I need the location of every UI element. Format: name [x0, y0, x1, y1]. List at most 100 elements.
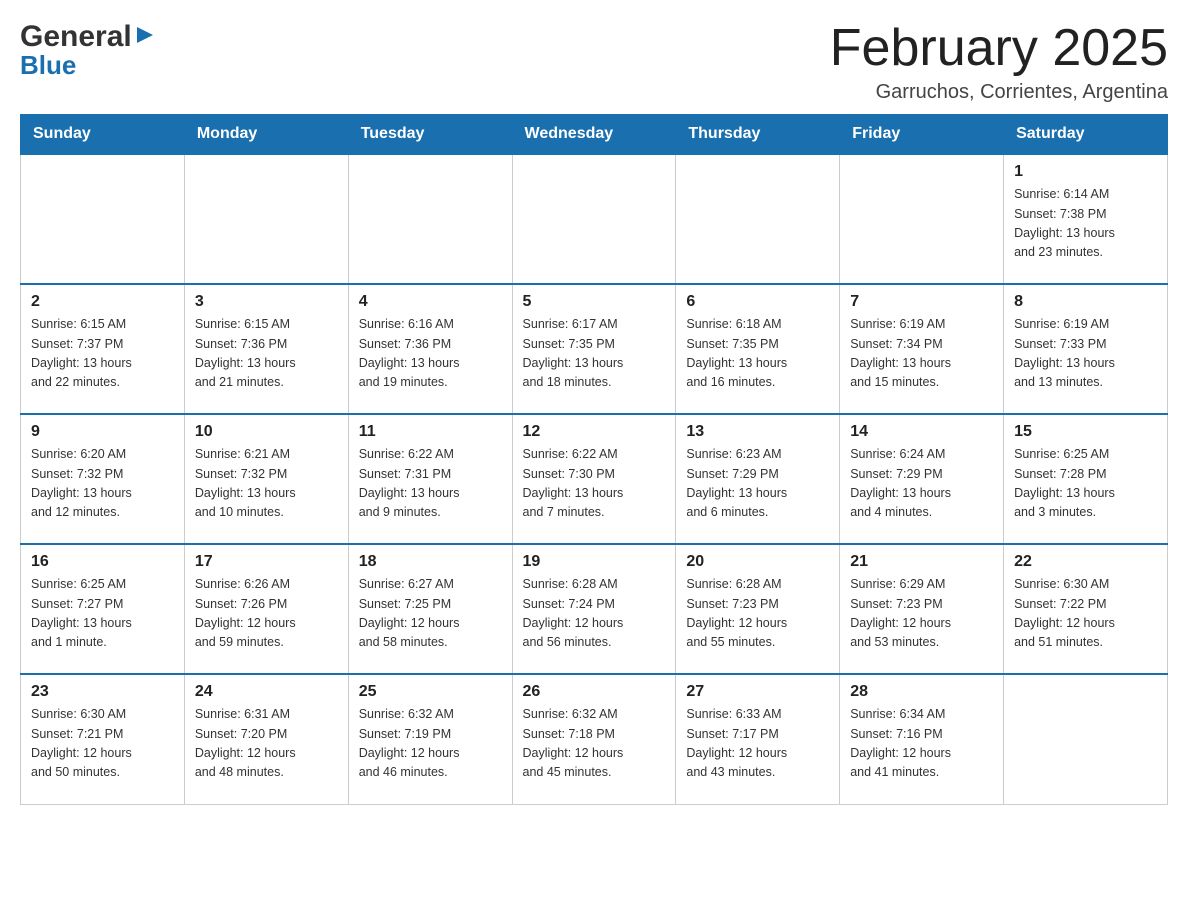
- weekday-header-row: Sunday Monday Tuesday Wednesday Thursday…: [21, 115, 1168, 155]
- day-number: 8: [1014, 293, 1157, 311]
- table-row: [184, 154, 348, 284]
- day-info: Sunrise: 6:29 AMSunset: 7:23 PMDaylight:…: [850, 575, 993, 653]
- day-number: 26: [523, 683, 666, 701]
- day-number: 14: [850, 423, 993, 441]
- table-row: 17 Sunrise: 6:26 AMSunset: 7:26 PMDayligh…: [184, 544, 348, 674]
- day-number: 15: [1014, 423, 1157, 441]
- day-info: Sunrise: 6:33 AMSunset: 7:17 PMDaylight:…: [686, 705, 829, 783]
- day-number: 9: [31, 423, 174, 441]
- calendar-table: Sunday Monday Tuesday Wednesday Thursday…: [20, 114, 1168, 805]
- day-number: 13: [686, 423, 829, 441]
- header-wednesday: Wednesday: [512, 115, 676, 155]
- calendar-week-row: 1Sunrise: 6:14 AMSunset: 7:38 PMDaylight…: [21, 154, 1168, 284]
- table-row: [348, 154, 512, 284]
- logo-chevron-icon: [135, 25, 155, 50]
- day-number: 1: [1014, 163, 1157, 181]
- day-info: Sunrise: 6:34 AMSunset: 7:16 PMDaylight:…: [850, 705, 993, 783]
- day-number: 16: [31, 553, 174, 571]
- day-info: Sunrise: 6:32 AMSunset: 7:19 PMDaylight:…: [359, 705, 502, 783]
- table-row: 23 Sunrise: 6:30 AMSunset: 7:21 PMDayligh…: [21, 674, 185, 804]
- table-row: 6 Sunrise: 6:18 AMSunset: 7:35 PMDaylight…: [676, 284, 840, 414]
- day-info: Sunrise: 6:18 AMSunset: 7:35 PMDaylight:…: [686, 315, 829, 393]
- day-info: Sunrise: 6:26 AMSunset: 7:26 PMDaylight:…: [195, 575, 338, 653]
- logo-general-text: General: [20, 20, 132, 54]
- day-number: 19: [523, 553, 666, 571]
- day-info: Sunrise: 6:22 AMSunset: 7:31 PMDaylight:…: [359, 445, 502, 523]
- day-number: 28: [850, 683, 993, 701]
- table-row: [21, 154, 185, 284]
- day-info: Sunrise: 6:15 AMSunset: 7:37 PMDaylight:…: [31, 315, 174, 393]
- day-info: Sunrise: 6:28 AMSunset: 7:23 PMDaylight:…: [686, 575, 829, 653]
- table-row: 27 Sunrise: 6:33 AMSunset: 7:17 PMDayligh…: [676, 674, 840, 804]
- day-number: 25: [359, 683, 502, 701]
- calendar-week-row: 16Sunrise: 6:25 AMSunset: 7:27 PMDayligh…: [21, 544, 1168, 674]
- logo: General Blue: [20, 20, 155, 81]
- table-row: 7Sunrise: 6:19 AMSunset: 7:34 PMDaylight…: [840, 284, 1004, 414]
- day-info: Sunrise: 6:31 AMSunset: 7:20 PMDaylight:…: [195, 705, 338, 783]
- table-row: 8 Sunrise: 6:19 AMSunset: 7:33 PMDaylight…: [1004, 284, 1168, 414]
- day-info: Sunrise: 6:21 AMSunset: 7:32 PMDaylight:…: [195, 445, 338, 523]
- table-row: 21 Sunrise: 6:29 AMSunset: 7:23 PMDayligh…: [840, 544, 1004, 674]
- title-section: February 2025 Garruchos, Corrientes, Arg…: [830, 20, 1168, 104]
- table-row: 22 Sunrise: 6:30 AMSunset: 7:22 PMDayligh…: [1004, 544, 1168, 674]
- day-info: Sunrise: 6:24 AMSunset: 7:29 PMDaylight:…: [850, 445, 993, 523]
- calendar-week-row: 23 Sunrise: 6:30 AMSunset: 7:21 PMDayligh…: [21, 674, 1168, 804]
- day-number: 20: [686, 553, 829, 571]
- day-number: 23: [31, 683, 174, 701]
- table-row: 3 Sunrise: 6:15 AMSunset: 7:36 PMDaylight…: [184, 284, 348, 414]
- table-row: 11 Sunrise: 6:22 AMSunset: 7:31 PMDayligh…: [348, 414, 512, 544]
- page-header: General Blue February 2025 Garruchos, Co…: [20, 20, 1168, 104]
- table-row: 18 Sunrise: 6:27 AMSunset: 7:25 PMDayligh…: [348, 544, 512, 674]
- table-row: 2Sunrise: 6:15 AMSunset: 7:37 PMDaylight…: [21, 284, 185, 414]
- day-info: Sunrise: 6:32 AMSunset: 7:18 PMDaylight:…: [523, 705, 666, 783]
- day-info: Sunrise: 6:20 AMSunset: 7:32 PMDaylight:…: [31, 445, 174, 523]
- day-number: 11: [359, 423, 502, 441]
- table-row: 10 Sunrise: 6:21 AMSunset: 7:32 PMDayligh…: [184, 414, 348, 544]
- day-info: Sunrise: 6:22 AMSunset: 7:30 PMDaylight:…: [523, 445, 666, 523]
- day-number: 21: [850, 553, 993, 571]
- table-row: 1Sunrise: 6:14 AMSunset: 7:38 PMDaylight…: [1004, 154, 1168, 284]
- calendar-week-row: 9 Sunrise: 6:20 AMSunset: 7:32 PMDaylight…: [21, 414, 1168, 544]
- day-info: Sunrise: 6:15 AMSunset: 7:36 PMDaylight:…: [195, 315, 338, 393]
- day-number: 6: [686, 293, 829, 311]
- month-title: February 2025: [830, 20, 1168, 77]
- table-row: 26 Sunrise: 6:32 AMSunset: 7:18 PMDayligh…: [512, 674, 676, 804]
- day-number: 17: [195, 553, 338, 571]
- table-row: 15Sunrise: 6:25 AMSunset: 7:28 PMDayligh…: [1004, 414, 1168, 544]
- table-row: 4Sunrise: 6:16 AMSunset: 7:36 PMDaylight…: [348, 284, 512, 414]
- day-number: 5: [523, 293, 666, 311]
- table-row: 25 Sunrise: 6:32 AMSunset: 7:19 PMDayligh…: [348, 674, 512, 804]
- day-info: Sunrise: 6:30 AMSunset: 7:22 PMDaylight:…: [1014, 575, 1157, 653]
- day-info: Sunrise: 6:30 AMSunset: 7:21 PMDaylight:…: [31, 705, 174, 783]
- table-row: [676, 154, 840, 284]
- day-info: Sunrise: 6:28 AMSunset: 7:24 PMDaylight:…: [523, 575, 666, 653]
- day-number: 24: [195, 683, 338, 701]
- day-number: 22: [1014, 553, 1157, 571]
- table-row: 16Sunrise: 6:25 AMSunset: 7:27 PMDayligh…: [21, 544, 185, 674]
- day-number: 4: [359, 293, 502, 311]
- table-row: 20 Sunrise: 6:28 AMSunset: 7:23 PMDayligh…: [676, 544, 840, 674]
- header-monday: Monday: [184, 115, 348, 155]
- header-sunday: Sunday: [21, 115, 185, 155]
- day-number: 12: [523, 423, 666, 441]
- day-info: Sunrise: 6:27 AMSunset: 7:25 PMDaylight:…: [359, 575, 502, 653]
- location-title: Garruchos, Corrientes, Argentina: [830, 81, 1168, 104]
- table-row: 5 Sunrise: 6:17 AMSunset: 7:35 PMDaylight…: [512, 284, 676, 414]
- day-number: 7: [850, 293, 993, 311]
- table-row: 9 Sunrise: 6:20 AMSunset: 7:32 PMDaylight…: [21, 414, 185, 544]
- table-row: 28 Sunrise: 6:34 AMSunset: 7:16 PMDayligh…: [840, 674, 1004, 804]
- day-number: 18: [359, 553, 502, 571]
- day-info: Sunrise: 6:19 AMSunset: 7:33 PMDaylight:…: [1014, 315, 1157, 393]
- day-number: 27: [686, 683, 829, 701]
- header-thursday: Thursday: [676, 115, 840, 155]
- day-number: 3: [195, 293, 338, 311]
- table-row: 19 Sunrise: 6:28 AMSunset: 7:24 PMDayligh…: [512, 544, 676, 674]
- table-row: 13 Sunrise: 6:23 AMSunset: 7:29 PMDayligh…: [676, 414, 840, 544]
- day-info: Sunrise: 6:23 AMSunset: 7:29 PMDaylight:…: [686, 445, 829, 523]
- logo-blue-text: Blue: [20, 50, 76, 81]
- table-row: 14 Sunrise: 6:24 AMSunset: 7:29 PMDayligh…: [840, 414, 1004, 544]
- day-info: Sunrise: 6:17 AMSunset: 7:35 PMDaylight:…: [523, 315, 666, 393]
- day-number: 10: [195, 423, 338, 441]
- table-row: 12 Sunrise: 6:22 AMSunset: 7:30 PMDayligh…: [512, 414, 676, 544]
- calendar-week-row: 2Sunrise: 6:15 AMSunset: 7:37 PMDaylight…: [21, 284, 1168, 414]
